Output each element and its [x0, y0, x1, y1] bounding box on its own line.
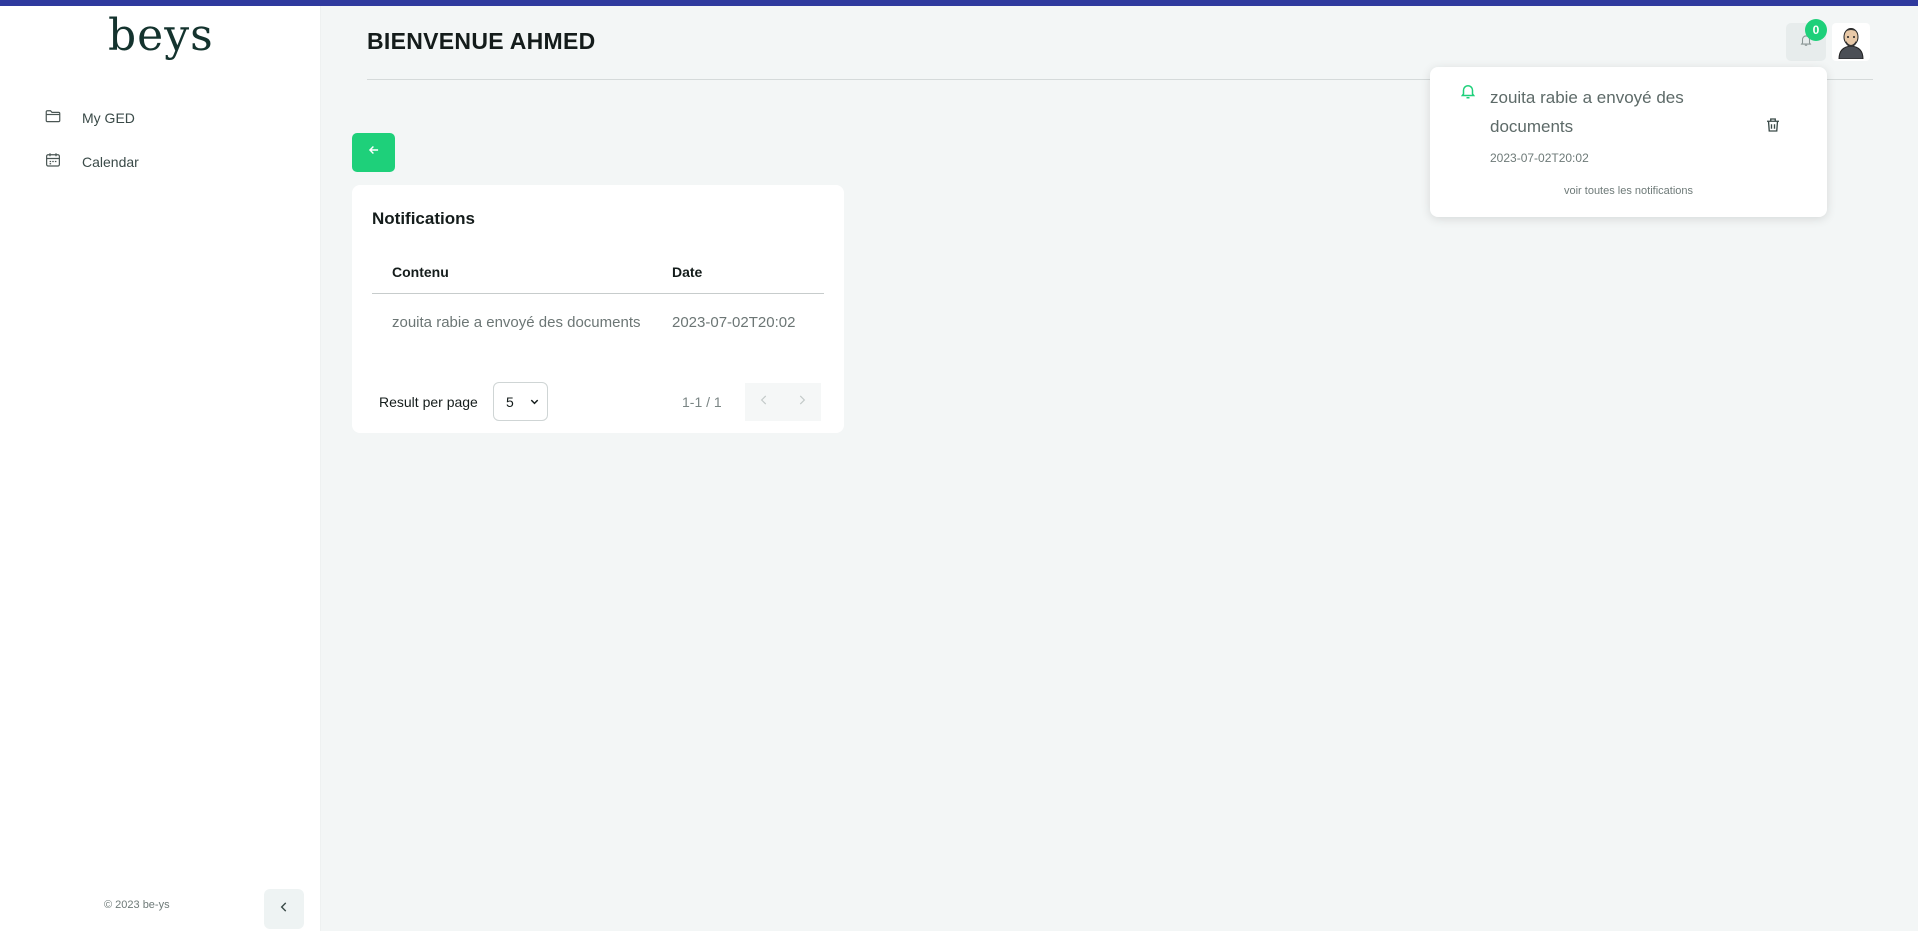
result-per-page-label: Result per page [379, 394, 478, 410]
notification-date: 2023-07-02T20:02 [1490, 151, 1589, 165]
notifications-dropdown: zouita rabie a envoyé des documents 2023… [1430, 67, 1827, 217]
page-title: BIENVENUE AHMED [367, 28, 596, 54]
table-header-divider [372, 293, 824, 294]
chevron-down-icon [529, 394, 540, 410]
notifications-card: Notifications Contenu Date zouita rabie … [352, 185, 844, 433]
copyright-text: © 2023 be-ys [104, 899, 170, 911]
cell-content: zouita rabie a envoyé des documents [392, 314, 641, 331]
sidebar-item-label: My GED [82, 110, 135, 126]
chevron-right-icon [795, 393, 809, 412]
collapse-sidebar-button[interactable] [264, 889, 304, 929]
sidebar: beys My GED Calendar © 2023 be-ys [0, 6, 321, 931]
notification-count-badge: 0 [1805, 19, 1827, 41]
sidebar-item-my-ged[interactable]: My GED [44, 96, 139, 140]
pagination-range: 1-1 / 1 [682, 394, 722, 410]
back-button[interactable] [352, 133, 395, 172]
arrow-left-icon [367, 143, 381, 162]
next-page-button[interactable] [783, 383, 821, 421]
trash-icon [1767, 118, 1779, 132]
see-all-notifications-link[interactable]: voir toutes les notifications [1430, 185, 1827, 197]
folder-icon [44, 107, 62, 130]
column-header-date: Date [672, 264, 703, 280]
calendar-icon [44, 151, 62, 174]
previous-page-button[interactable] [745, 383, 783, 421]
per-page-value: 5 [506, 393, 514, 410]
app-logo[interactable]: beys [108, 10, 214, 61]
card-title: Notifications [372, 209, 475, 228]
delete-notification-button[interactable] [1764, 116, 1782, 139]
column-header-contenu: Contenu [392, 264, 449, 280]
sidebar-item-calendar[interactable]: Calendar [44, 140, 139, 184]
chevron-left-icon [277, 900, 291, 919]
user-avatar[interactable] [1832, 23, 1870, 61]
chevron-left-icon [757, 393, 771, 412]
notification-message[interactable]: zouita rabie a envoyé des documents [1490, 83, 1720, 141]
per-page-select[interactable]: 5 [493, 382, 548, 421]
sidebar-nav: My GED Calendar [44, 96, 139, 184]
bell-icon [1459, 82, 1477, 105]
sidebar-item-label: Calendar [82, 154, 139, 170]
cell-date: 2023-07-02T20:02 [672, 314, 796, 331]
